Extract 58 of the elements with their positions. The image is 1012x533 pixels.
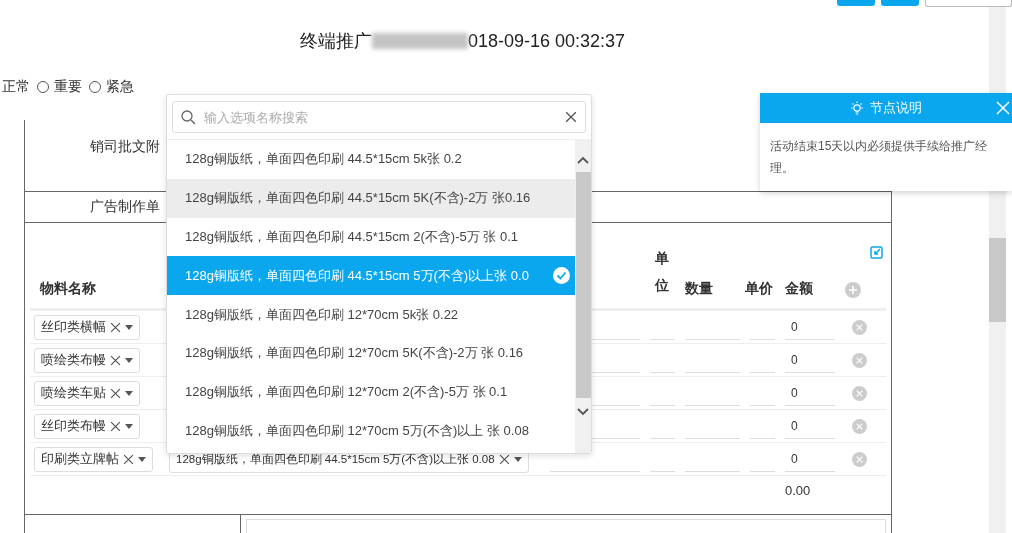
field-label: 销司批文附 [90,138,160,156]
clear-icon[interactable] [110,387,121,399]
chevron-down-icon[interactable] [577,408,589,416]
clear-icon[interactable] [110,321,121,333]
material-select[interactable]: 丝印类横幅 [34,314,140,340]
close-icon[interactable] [996,101,1010,115]
remove-icon[interactable] [852,418,867,434]
remove-icon[interactable] [852,451,867,467]
column-header: 单价 [745,280,774,299]
caret-icon[interactable] [125,390,133,396]
clear-icon[interactable] [110,420,121,432]
clear-icon[interactable] [565,111,577,123]
search-icon [181,109,196,125]
caret-icon[interactable] [125,324,133,330]
notice-title: 节点说明 [870,99,922,117]
notice-text: 活动结束15天以内必须提供手续给推广经理。 [769,138,989,177]
material-select[interactable]: 印刷类立牌帖 [34,446,153,472]
add-icon[interactable] [845,282,861,299]
column-header: 单位 [655,249,669,295]
dropdown-option[interactable]: 128g铜版纸，单面四色印刷 44.5*15cm 5K(不含)-2万 张0.16 [167,178,575,218]
amount-field[interactable]: 0 [785,446,835,472]
amount-field[interactable]: 0 [785,413,835,439]
toolbar-button[interactable] [881,0,919,6]
column-header: 物料名称 [38,280,97,299]
remove-icon[interactable] [852,385,867,401]
caret-icon[interactable] [125,357,133,363]
clear-icon[interactable] [498,453,510,465]
search-field[interactable]: 输入选项名称搜索 [172,101,586,133]
check-icon [553,267,570,285]
radio-label[interactable]: 正常 [2,78,30,96]
input-field[interactable] [246,519,886,533]
column-header: 金额 [784,280,814,299]
chevron-up-icon[interactable] [577,156,589,164]
amount-field[interactable]: 0 [785,314,835,340]
remove-icon[interactable] [852,352,867,368]
lightbulb-icon [850,101,864,115]
export-icon[interactable] [870,246,883,260]
total-amount: 0.00 [784,482,812,498]
radio-label[interactable]: 重要 [54,78,82,96]
amount-field[interactable]: 0 [785,380,835,406]
toolbar-button[interactable] [925,0,1012,7]
material-select[interactable]: 喷绘类布幔 [34,347,140,373]
caret-icon[interactable] [138,456,146,462]
radio-label[interactable]: 紧急 [106,78,134,96]
remove-icon[interactable] [852,319,867,335]
clear-icon[interactable] [110,354,121,366]
clear-icon[interactable] [123,453,134,465]
toolbar-button[interactable] [837,0,875,6]
material-select[interactable]: 喷绘类车贴 [34,380,140,406]
column-header: 数量 [684,280,714,299]
field-label: 广告制作单 [90,198,160,216]
scrollbar[interactable] [575,140,591,453]
material-select[interactable]: 丝印类布幔 [34,413,140,439]
page-title-date: 018-09-16 00:32:37 [467,30,626,52]
caret-icon[interactable] [125,423,133,429]
amount-field[interactable]: 0 [785,347,835,373]
caret-icon[interactable] [513,456,522,462]
page-title: 终端推广 [299,30,372,53]
